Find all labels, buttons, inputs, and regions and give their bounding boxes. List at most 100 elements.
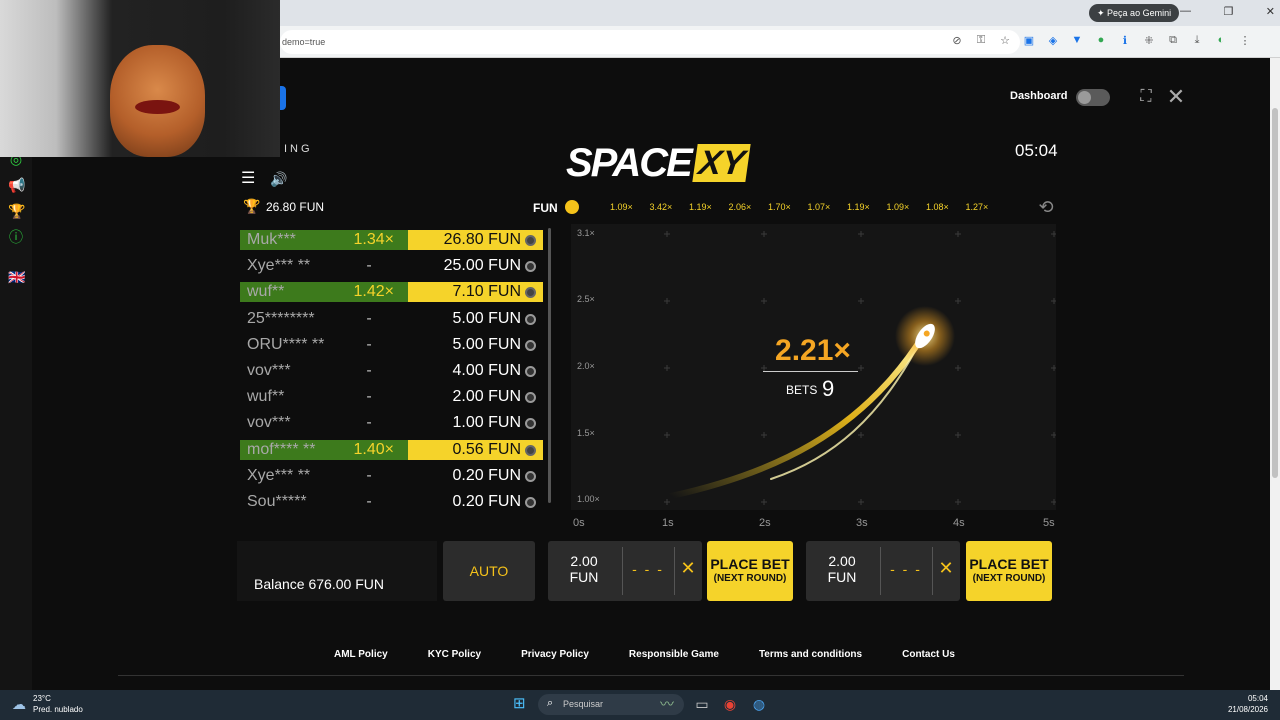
alert-icon[interactable]: ⓘ — [8, 229, 24, 245]
scrollbar-thumb[interactable] — [1272, 108, 1278, 478]
sound-icon[interactable]: 🔊 — [270, 171, 290, 187]
multiplier-divider — [763, 371, 858, 372]
footer-link-kyc[interactable]: KYC Policy — [428, 649, 481, 660]
windows-start-icon[interactable]: ⊞ — [513, 696, 529, 712]
history-icon[interactable]: ⟲ — [1036, 197, 1056, 217]
bet-row: mof**** ** 1.40× 0.56 FUN — [237, 436, 550, 462]
y-tick-label: 2.5× — [577, 294, 595, 304]
footer-link-contact[interactable]: Contact Us — [902, 649, 955, 660]
trophy-icon: 🏆 — [243, 198, 261, 214]
edge-app-icon[interactable]: ◍ — [749, 694, 769, 714]
chrome-icon[interactable]: ◉ — [720, 694, 740, 714]
place-bet-label: PLACE BET — [710, 556, 790, 572]
kebab-menu-icon[interactable]: ⋮ — [1238, 34, 1252, 47]
place-bet-button-2[interactable]: PLACE BET (NEXT ROUND) — [966, 541, 1052, 601]
place-bet-button-1[interactable]: PLACE BET (NEXT ROUND) — [707, 541, 793, 601]
blue-side-button[interactable] — [280, 86, 286, 110]
uk-flag-icon[interactable]: 🇬🇧 — [8, 269, 25, 285]
fullscreen-icon[interactable]: ⛶ — [1137, 88, 1155, 106]
address-bar[interactable]: demo=true — [280, 30, 1020, 54]
minimize-button[interactable]: — — [1180, 5, 1191, 18]
clear-cashout-icon-1[interactable]: ✕ — [679, 558, 697, 579]
footer-link-privacy[interactable]: Privacy Policy — [521, 649, 589, 660]
megaphone-icon[interactable]: 📢 — [8, 177, 25, 193]
bet-multiplier: - — [366, 492, 372, 508]
footer-link-responsible[interactable]: Responsible Game — [629, 649, 719, 660]
next-round-label: (NEXT ROUND) — [972, 573, 1046, 584]
auto-cashout-input-1[interactable]: - - - — [628, 561, 668, 577]
info-ext-icon[interactable]: ℹ — [1118, 34, 1132, 47]
gemini-button-label: Peça ao Gemini — [1107, 8, 1172, 18]
bet-row: Sou***** -0.20 FUN — [237, 488, 550, 508]
trophy-rail-icon[interactable]: 🏆 — [8, 203, 25, 219]
close-window-button[interactable]: ✕ — [1266, 5, 1275, 18]
bet-row: ORU**** ** -5.00 FUN — [237, 331, 550, 357]
page-scrollbar[interactable] — [1270, 58, 1280, 690]
star-icon[interactable]: ☆ — [998, 34, 1012, 47]
auto-button[interactable]: AUTO — [443, 541, 535, 601]
dashboard-toggle[interactable] — [1076, 89, 1110, 106]
grid-cross — [664, 365, 670, 371]
grid-cross — [858, 298, 864, 304]
bet-multiplier: 1.42× — [347, 282, 408, 303]
hamburger-menu-icon[interactable]: ☰ — [241, 171, 259, 187]
bet-amount: 2.00 FUN — [452, 388, 521, 406]
bet-amount-input-1[interactable]: 2.00 FUN — [548, 553, 620, 585]
grid-cross — [761, 231, 767, 237]
puzzle-icon[interactable]: ⧉ — [1166, 34, 1180, 47]
bet-amount: 5.00 FUN — [452, 335, 521, 353]
grid-cross — [858, 231, 864, 237]
place-bet-label: PLACE BET — [969, 556, 1049, 572]
multiplier-history: 1.09× 3.42× 1.19× 2.06× 1.70× 1.07× 1.19× 1.09×… — [610, 202, 1005, 212]
space-xy-logo: SPACE XY — [566, 140, 751, 186]
grid-cross — [664, 231, 670, 237]
gemini-button[interactable]: ✦ Peça ao Gemini — [1089, 4, 1180, 22]
bet-row: Xye*** ** -25.00 FUN — [237, 252, 550, 278]
bet-amount-input-2[interactable]: 2.00 FUN — [806, 553, 878, 585]
bet-multiplier: - — [366, 414, 372, 432]
grid-cross — [858, 432, 864, 438]
clear-cashout-icon-2[interactable]: ✕ — [937, 558, 955, 579]
weather-cloud-icon[interactable]: ☁ — [12, 696, 30, 712]
key-icon[interactable]: ⚿ — [974, 34, 988, 47]
auto-cashout-input-2[interactable]: - - - — [886, 561, 926, 577]
grid-cross — [664, 432, 670, 438]
history-multiplier: 1.70× — [768, 202, 791, 212]
eye-off-icon[interactable]: ⊘ — [950, 34, 964, 47]
maximize-button[interactable]: ❐ — [1223, 5, 1233, 18]
history-multiplier: 1.27× — [965, 202, 989, 212]
bet-row: wuf** 1.42× 7.10 FUN — [237, 278, 550, 304]
task-view-icon[interactable]: ▭ — [692, 694, 712, 714]
weather-temp: 23°C — [33, 694, 51, 703]
grid-cross — [761, 298, 767, 304]
top-win-amount: 26.80 FUN — [266, 200, 325, 214]
history-multiplier: 1.09× — [886, 202, 910, 212]
grid-cross — [955, 432, 961, 438]
bet-row: vov*** -4.00 FUN — [237, 357, 550, 383]
dashboard-label: Dashboard — [1010, 90, 1068, 102]
extension-icon[interactable]: ◈ — [1046, 34, 1060, 47]
taskbar-widget-icon[interactable]: 〰 — [652, 694, 682, 714]
grid-cross — [1051, 499, 1056, 505]
bet-amount-unit-2: FUN — [827, 569, 857, 585]
bet-row: 25******** -5.00 FUN — [237, 305, 550, 331]
footer-link-terms[interactable]: Terms and conditions — [759, 649, 862, 660]
chrome-ext-icon[interactable]: ● — [1094, 34, 1108, 47]
profile-icon[interactable]: ◐ — [1214, 34, 1228, 47]
footer-link-aml[interactable]: AML Policy — [334, 649, 388, 660]
bet-status-icon — [525, 235, 536, 246]
bets-scrollbar[interactable] — [548, 228, 551, 503]
x-tick-label: 4s — [953, 517, 965, 529]
grid-cross — [955, 365, 961, 371]
bets-list[interactable]: Muk*** 1.34× 26.80 FUN Xye*** ** -25.00 FUN w… — [237, 226, 550, 508]
translate-icon[interactable]: ▣ — [1022, 34, 1036, 47]
history-multiplier: 1.09× — [610, 202, 633, 212]
x-tick-label: 1s — [662, 517, 674, 529]
download-icon[interactable]: ⤓ — [1190, 34, 1204, 47]
arrow-down-ext-icon[interactable]: ▼ — [1070, 34, 1084, 47]
grid-cross — [664, 298, 670, 304]
grid-ext-icon[interactable]: ⁜ — [1142, 34, 1156, 47]
grid-cross — [761, 432, 767, 438]
close-icon[interactable]: ✕ — [1166, 86, 1186, 108]
grid-cross — [761, 499, 767, 505]
